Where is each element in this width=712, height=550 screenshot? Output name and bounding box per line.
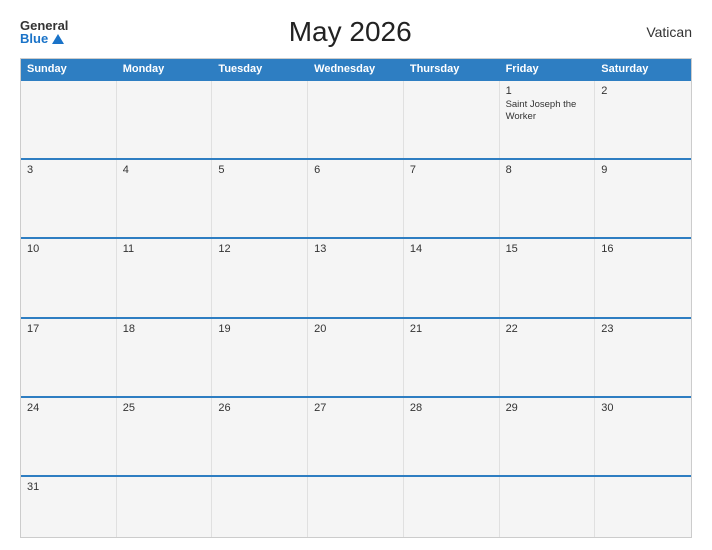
day-number: 20 xyxy=(314,323,397,335)
cal-cell-17: 17 xyxy=(21,319,117,396)
week-row-2: 3456789 xyxy=(21,158,691,237)
day-number: 1 xyxy=(506,85,589,97)
day-number: 2 xyxy=(601,85,685,97)
cal-cell-18: 18 xyxy=(117,319,213,396)
day-number: 18 xyxy=(123,323,206,335)
day-number: 16 xyxy=(601,243,685,255)
week-row-1: 1 Saint Joseph the Worker 2 xyxy=(21,79,691,158)
cal-cell-empty xyxy=(308,81,404,158)
day-number: 4 xyxy=(123,164,206,176)
logo-blue-text: Blue xyxy=(20,32,68,45)
cal-cell-28: 28 xyxy=(404,398,500,475)
day-number: 7 xyxy=(410,164,493,176)
cal-cell-19: 19 xyxy=(212,319,308,396)
header: General Blue May 2026 Vatican xyxy=(20,16,692,48)
week-row-6: 31 xyxy=(21,475,691,537)
cal-cell-26: 26 xyxy=(212,398,308,475)
cal-cell-16: 16 xyxy=(595,239,691,316)
cal-cell-31: 31 xyxy=(21,477,117,537)
header-cell-tuesday: Tuesday xyxy=(212,59,308,79)
day-number: 22 xyxy=(506,323,589,335)
calendar-body: 1Saint Joseph the Worker2345678910111213… xyxy=(21,79,691,537)
week-row-3: 10 11 12 13 14 15 16 xyxy=(21,237,691,316)
day-number: 27 xyxy=(314,402,397,414)
cal-cell-10: 10 xyxy=(21,239,117,316)
calendar-header: SundayMondayTuesdayWednesdayThursdayFrid… xyxy=(21,59,691,79)
week-row-4: 17 18 19 20 21 22 23 xyxy=(21,317,691,396)
day-number: 28 xyxy=(410,402,493,414)
day-number: 19 xyxy=(218,323,301,335)
day-number: 23 xyxy=(601,323,685,335)
day-number: 9 xyxy=(601,164,685,176)
header-cell-wednesday: Wednesday xyxy=(308,59,404,79)
week-row-5: 24 25 26 27 28 29 30 xyxy=(21,396,691,475)
cal-cell-4: 4 xyxy=(117,160,213,237)
cal-cell-1: 1 Saint Joseph the Worker xyxy=(500,81,596,158)
day-number: 29 xyxy=(506,402,589,414)
logo: General Blue xyxy=(20,19,68,45)
cal-cell-21: 21 xyxy=(404,319,500,396)
cal-cell-22: 22 xyxy=(500,319,596,396)
cal-cell-empty xyxy=(595,477,691,537)
cal-cell-15: 15 xyxy=(500,239,596,316)
cal-cell-23: 23 xyxy=(595,319,691,396)
cal-cell-29: 29 xyxy=(500,398,596,475)
day-event: Saint Joseph the Worker xyxy=(506,99,589,124)
header-cell-sunday: Sunday xyxy=(21,59,117,79)
region-label: Vatican xyxy=(632,24,692,40)
day-number: 21 xyxy=(410,323,493,335)
cal-cell-empty xyxy=(404,477,500,537)
cal-cell-2: 2 xyxy=(595,81,691,158)
day-number: 14 xyxy=(410,243,493,255)
cal-cell-25: 25 xyxy=(117,398,213,475)
day-number: 26 xyxy=(218,402,301,414)
cal-cell-20: 20 xyxy=(308,319,404,396)
day-number: 15 xyxy=(506,243,589,255)
day-number: 8 xyxy=(506,164,589,176)
day-number: 12 xyxy=(218,243,301,255)
cal-cell-empty xyxy=(500,477,596,537)
day-number: 10 xyxy=(27,243,110,255)
cal-cell-12: 12 xyxy=(212,239,308,316)
month-title: May 2026 xyxy=(68,16,632,48)
calendar-page: General Blue May 2026 Vatican SundayMond… xyxy=(0,0,712,550)
cal-cell-27: 27 xyxy=(308,398,404,475)
day-number: 17 xyxy=(27,323,110,335)
cal-cell-empty xyxy=(212,81,308,158)
cal-cell-7: 7 xyxy=(404,160,500,237)
day-number: 31 xyxy=(27,481,110,493)
day-number: 24 xyxy=(27,402,110,414)
cal-cell-24: 24 xyxy=(21,398,117,475)
day-number: 3 xyxy=(27,164,110,176)
cal-cell-empty xyxy=(117,477,213,537)
logo-triangle-icon xyxy=(52,34,64,44)
cal-cell-empty xyxy=(212,477,308,537)
day-number: 6 xyxy=(314,164,397,176)
cal-cell-11: 11 xyxy=(117,239,213,316)
header-cell-monday: Monday xyxy=(117,59,213,79)
cal-cell-8: 8 xyxy=(500,160,596,237)
cal-cell-empty xyxy=(21,81,117,158)
day-number: 11 xyxy=(123,243,206,255)
header-cell-friday: Friday xyxy=(500,59,596,79)
cal-cell-5: 5 xyxy=(212,160,308,237)
cal-cell-13: 13 xyxy=(308,239,404,316)
cal-cell-30: 30 xyxy=(595,398,691,475)
day-number: 13 xyxy=(314,243,397,255)
header-cell-saturday: Saturday xyxy=(595,59,691,79)
cal-cell-6: 6 xyxy=(308,160,404,237)
calendar-grid: SundayMondayTuesdayWednesdayThursdayFrid… xyxy=(20,58,692,538)
cal-cell-empty xyxy=(404,81,500,158)
cal-cell-9: 9 xyxy=(595,160,691,237)
cal-cell-14: 14 xyxy=(404,239,500,316)
cal-cell-empty xyxy=(308,477,404,537)
cal-cell-empty xyxy=(117,81,213,158)
day-number: 25 xyxy=(123,402,206,414)
day-number: 30 xyxy=(601,402,685,414)
cal-cell-3: 3 xyxy=(21,160,117,237)
header-cell-thursday: Thursday xyxy=(404,59,500,79)
day-number: 5 xyxy=(218,164,301,176)
